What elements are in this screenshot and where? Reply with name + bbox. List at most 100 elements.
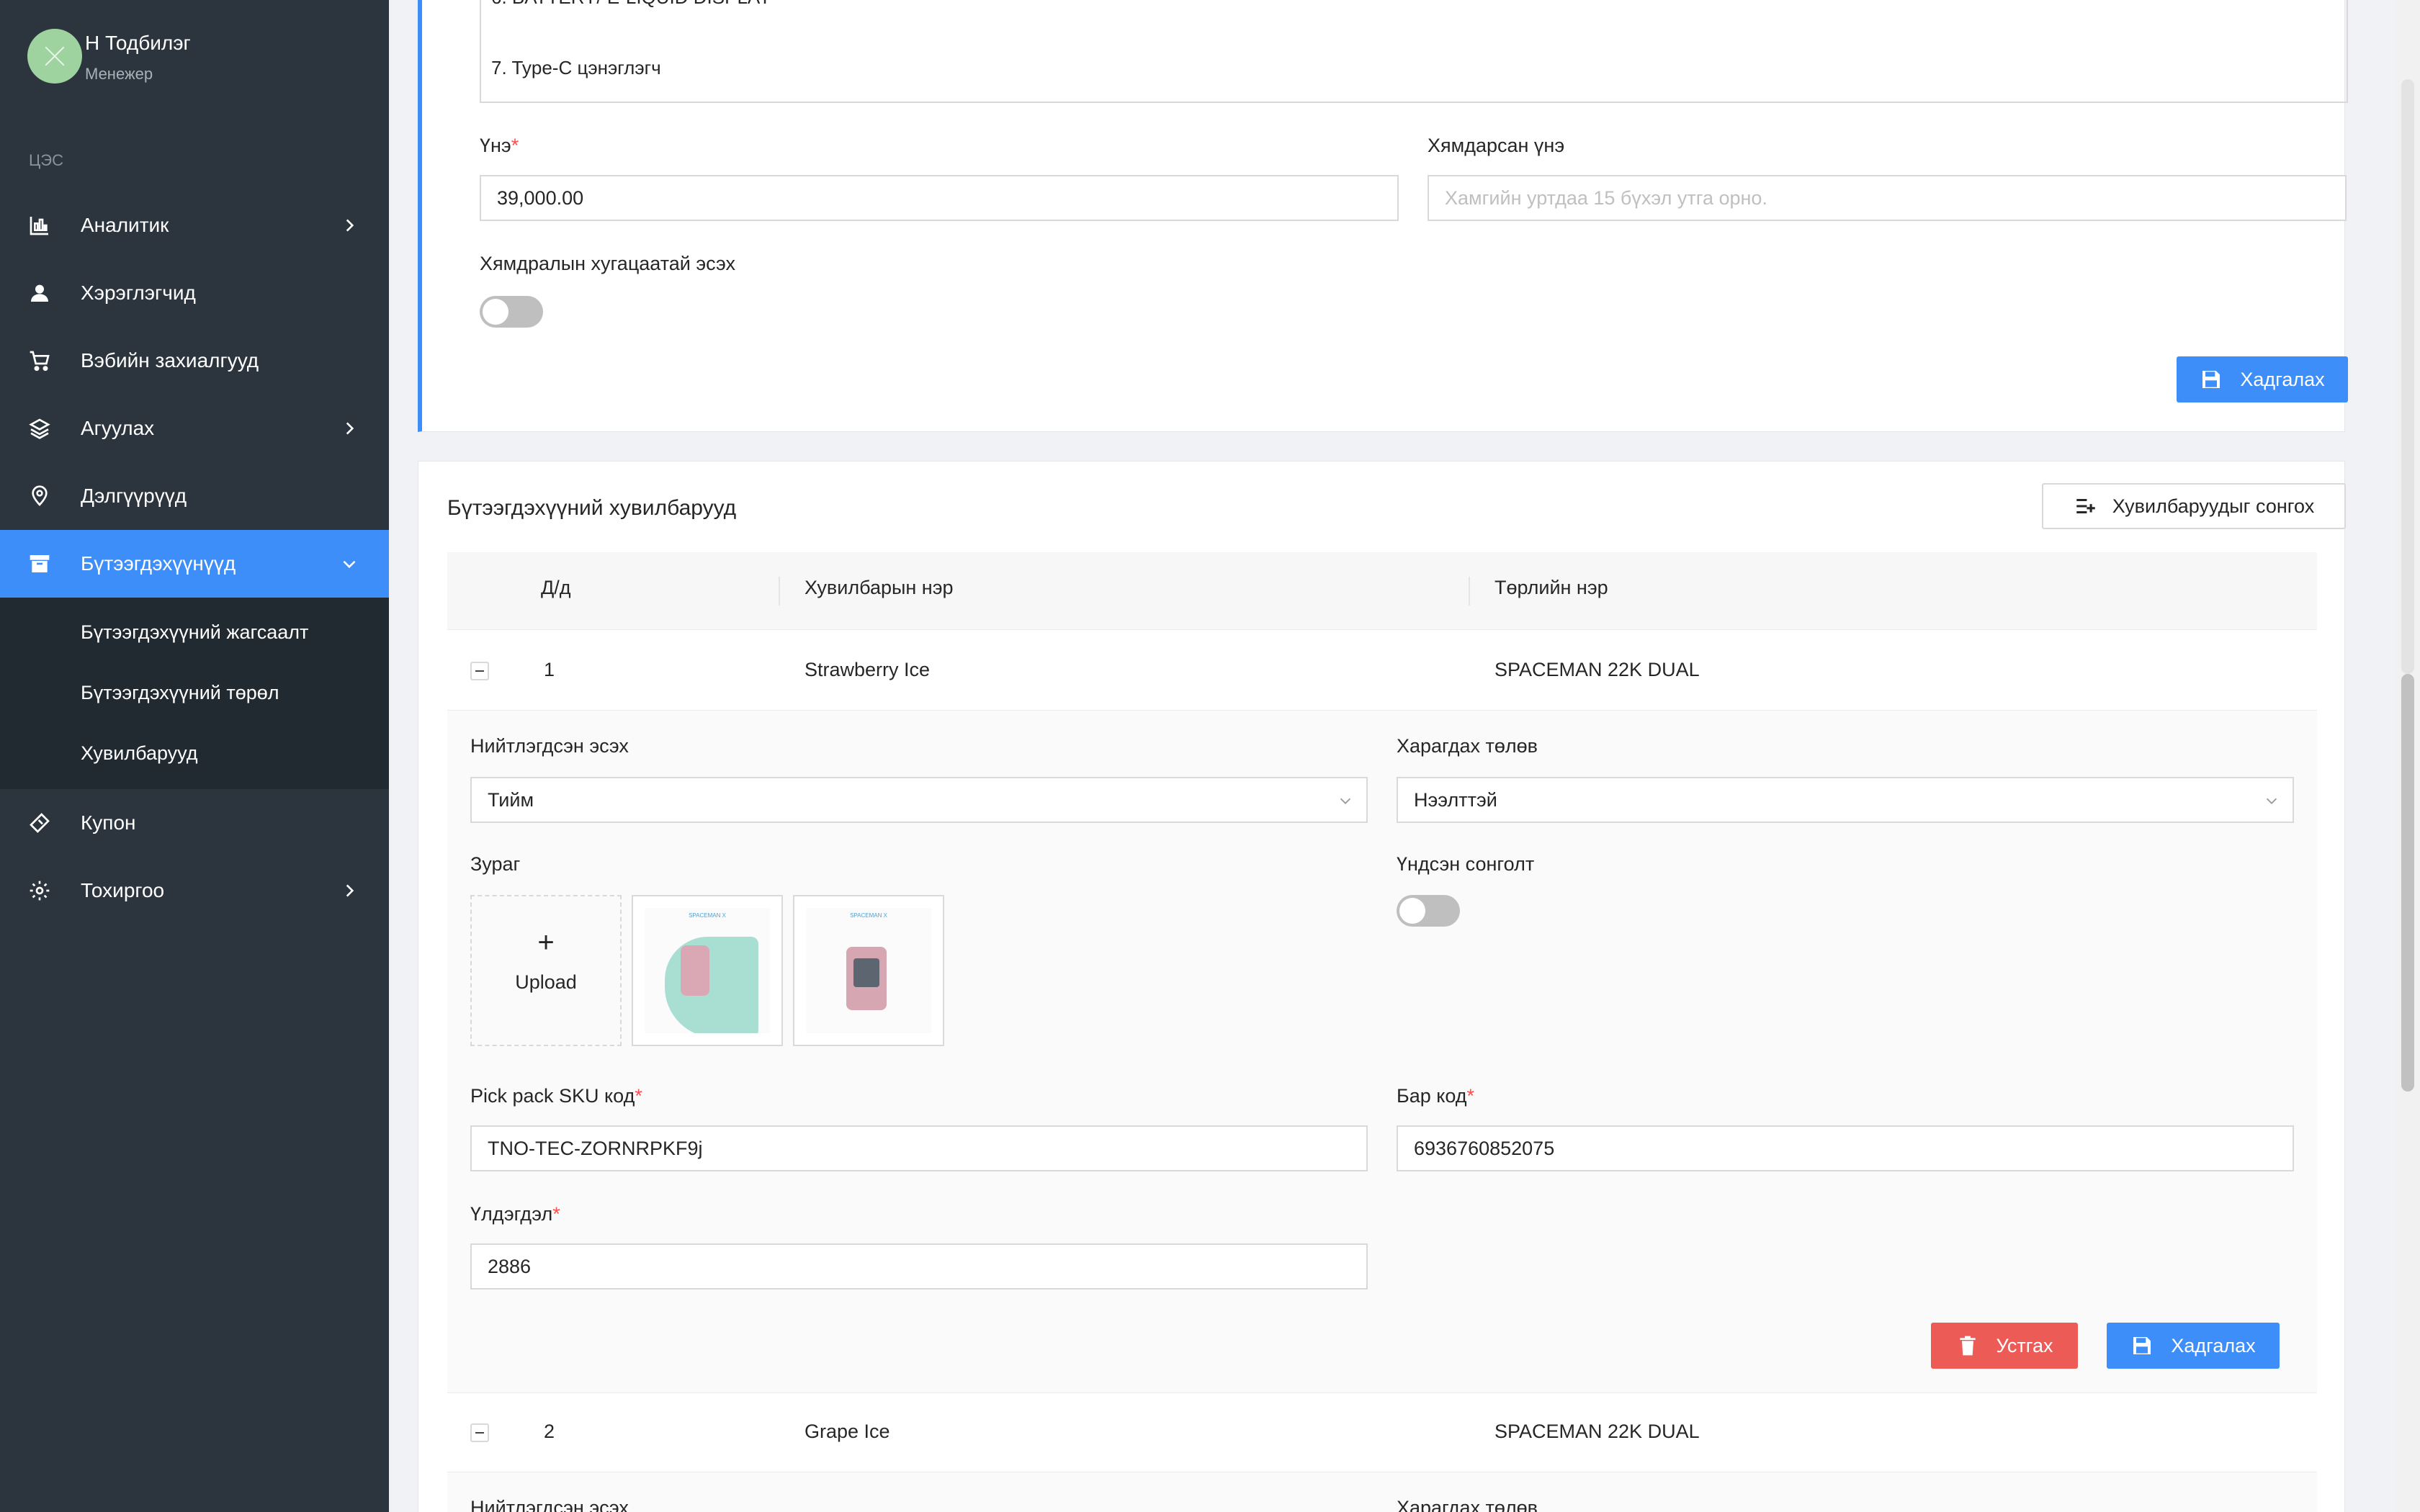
published-select-value: Тийм <box>488 788 534 811</box>
visibility-select-value: Нээлттэй <box>1414 788 1497 811</box>
sidebar-item-label: Аналитик <box>81 214 169 236</box>
collapse-row-button[interactable] <box>470 1423 489 1442</box>
published-label: Нийтлэгдсэн эсэх <box>470 735 629 757</box>
table-row[interactable]: 2 Grape Ice SPACEMAN 22K DUAL <box>447 1393 2317 1472</box>
image-label: Зураг <box>470 853 521 875</box>
variants-title: Бүтээгдэхүүний хувилбарууд <box>447 496 737 520</box>
chevron-right-icon <box>346 219 354 232</box>
user-profile[interactable]: Н Тодбилэг Менежер <box>27 29 191 84</box>
discount-period-label: Хямдралын хугацаатай эсэх <box>480 253 735 274</box>
sidebar-item-products[interactable]: Бүтээгдэхүүнүүд <box>0 530 389 598</box>
save-button[interactable]: Хадгалах <box>2177 356 2348 402</box>
row-type-name: SPACEMAN 22K DUAL <box>1494 659 1700 680</box>
sku-input[interactable]: TNO-TEC-ZORNRPKF9j <box>470 1125 1368 1171</box>
products-submenu: Бүтээгдэхүүний жагсаалт Бүтээгдэхүүний т… <box>0 598 389 789</box>
save-button-label: Хадгалах <box>2240 368 2325 390</box>
column-header-variant-name: Хувилбарын нэр <box>805 577 954 598</box>
variants-card: Бүтээгдэхүүний хувилбарууд Хувилбаруудыг… <box>418 461 2346 1512</box>
sidebar-item-coupon[interactable]: Купон <box>0 789 389 857</box>
stock-label: Үлдэгдэл* <box>470 1203 560 1225</box>
sidebar-item-label: Агуулах <box>81 417 155 439</box>
stock-input[interactable]: 2886 <box>470 1243 1368 1290</box>
description-line: 7. Type-C цэнэглэгч <box>491 57 661 78</box>
device-screen <box>853 958 879 987</box>
price-label: Үнэ* <box>480 135 519 156</box>
discount-price-label: Хямдарсан үнэ <box>1428 135 1565 156</box>
vertical-scrollbar[interactable] <box>2396 0 2420 1512</box>
delete-button[interactable]: Устгах <box>1931 1323 2078 1369</box>
upload-button[interactable]: + Upload <box>470 895 622 1046</box>
thumbnail-caption: SPACEMAN X <box>850 912 887 919</box>
image-thumbnail[interactable]: SPACEMAN X <box>632 895 783 1046</box>
sidebar-item-web-orders[interactable]: Вэбийн захиалгууд <box>0 327 389 395</box>
discount-period-toggle[interactable] <box>480 296 543 328</box>
scrollbar-thumb[interactable] <box>2401 674 2414 1092</box>
sidebar-item-label: Хэрэглэгчид <box>81 282 196 304</box>
layers-icon <box>27 416 52 441</box>
sidebar-item-label: Дэлгүүрүүд <box>81 485 187 507</box>
gear-icon <box>27 878 52 903</box>
sku-label: Pick pack SKU код* <box>470 1085 642 1107</box>
select-variants-label: Хувилбаруудыг сонгох <box>2112 495 2315 517</box>
save-icon <box>2202 371 2220 388</box>
published-select[interactable]: Тийм <box>470 777 1368 823</box>
price-input[interactable]: 39,000.00 <box>480 175 1399 221</box>
discount-price-input[interactable]: Хамгийн уртдаа 15 бүхэл утга орно. <box>1428 175 2347 221</box>
select-variants-button[interactable]: Хувилбаруудыг сонгох <box>2042 483 2346 529</box>
submenu-item-product-list[interactable]: Бүтээгдэхүүний жагсаалт <box>0 602 389 662</box>
variant-save-button-label: Хадгалах <box>2171 1334 2256 1356</box>
chevron-down-icon <box>343 560 356 569</box>
user-icon <box>27 281 52 305</box>
thumbnail-caption: SPACEMAN X <box>689 912 726 919</box>
sidebar-item-warehouse[interactable]: Агуулах <box>0 395 389 462</box>
main-content: 6. BATTERY/ E-LIQUID DISPLAY 7. Type-C ц… <box>389 0 2420 1512</box>
visibility-label: Харагдах төлөв <box>1397 735 1538 757</box>
variant-detail-panel: Нийтлэгдсэн эсэх Тийм Харагдах төлөв Нээ… <box>447 711 2317 1393</box>
scrollbar-track-highlight <box>2401 79 2414 674</box>
visibility-select[interactable]: Нээлттэй <box>1397 777 2294 823</box>
visibility-label: Харагдах төлөв <box>1397 1497 1538 1512</box>
chevron-down-icon <box>2266 798 2277 804</box>
column-divider <box>779 577 780 606</box>
sidebar-menu: Аналитик Хэрэглэгчид Вэбийн захиалгууд А… <box>0 192 389 924</box>
row-index: 1 <box>544 659 555 680</box>
menu-section-label: ЦЭС <box>29 151 63 169</box>
table-row[interactable]: 1 Strawberry Ice SPACEMAN 22K DUAL <box>447 631 2317 711</box>
chevron-right-icon <box>346 422 354 435</box>
sidebar-item-settings[interactable]: Тохиргоо <box>0 857 389 924</box>
variant-detail-panel: Нийтлэгдсэн эсэх Харагдах төлөв <box>447 1472 2317 1512</box>
collapse-row-button[interactable] <box>470 662 489 680</box>
chart-icon <box>27 213 52 238</box>
row-index: 2 <box>544 1421 555 1442</box>
sidebar: Н Тодбилэг Менежер ЦЭС Аналитик Хэрэглэг… <box>0 0 389 1512</box>
sidebar-item-label: Тохиргоо <box>81 879 165 901</box>
column-header-type-name: Төрлийн нэр <box>1494 577 1608 598</box>
barcode-label: Бар код* <box>1397 1085 1475 1107</box>
published-label: Нийтлэгдсэн эсэх <box>470 1497 629 1512</box>
sidebar-item-analytics[interactable]: Аналитик <box>0 192 389 259</box>
main-option-label: Үндсэн сонголт <box>1397 853 1535 875</box>
row-type-name: SPACEMAN 22K DUAL <box>1494 1421 1700 1442</box>
coupon-icon <box>27 811 52 835</box>
location-icon <box>27 484 52 508</box>
chevron-down-icon <box>1340 798 1351 804</box>
thumbnail-background-shape <box>665 937 758 1033</box>
sidebar-item-label: Купон <box>81 811 136 834</box>
chevron-right-icon <box>346 884 354 897</box>
main-option-toggle[interactable] <box>1397 895 1460 927</box>
sidebar-item-label: Бүтээгдэхүүнүүд <box>81 552 236 575</box>
device-image <box>681 945 709 996</box>
submenu-item-variants[interactable]: Хувилбарууд <box>0 723 389 783</box>
sidebar-item-users[interactable]: Хэрэглэгчид <box>0 259 389 327</box>
submenu-item-product-types[interactable]: Бүтээгдэхүүний төрөл <box>0 662 389 723</box>
barcode-input[interactable]: 6936760852075 <box>1397 1125 2294 1171</box>
variant-save-button[interactable]: Хадгалах <box>2107 1323 2280 1369</box>
image-thumbnail[interactable]: SPACEMAN X <box>793 895 944 1046</box>
box-icon <box>27 552 52 576</box>
sidebar-item-stores[interactable]: Дэлгүүрүүд <box>0 462 389 530</box>
trash-icon <box>1959 1336 1976 1356</box>
description-textarea[interactable]: 6. BATTERY/ E-LIQUID DISPLAY 7. Type-C ц… <box>480 0 2348 103</box>
plus-icon: + <box>537 927 555 958</box>
column-header-index: Д/д <box>541 577 571 598</box>
delete-button-label: Устгах <box>1996 1334 2053 1356</box>
